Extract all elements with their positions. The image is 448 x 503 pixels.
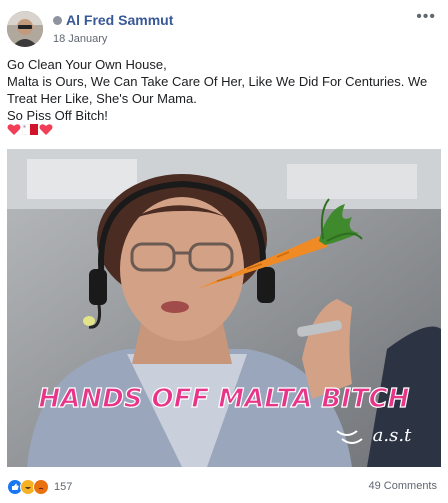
image-watermark: a.s.t <box>373 425 412 446</box>
post-image[interactable]: HANDS OFF MALTA BITCH a.s.t <box>7 149 441 467</box>
facebook-post: Al Fred Sammut 18 January ••• Go Clean Y… <box>0 0 448 503</box>
author-name[interactable]: Al Fred Sammut <box>66 12 173 28</box>
author-row: Al Fred Sammut <box>53 12 173 28</box>
post-text-line: Go Clean Your Own House, <box>7 57 167 72</box>
angry-reaction-icon <box>33 479 49 495</box>
reactions-summary[interactable]: 157 <box>7 479 72 495</box>
more-options-icon[interactable]: ••• <box>416 8 436 26</box>
comments-count[interactable]: 49 Comments <box>369 480 437 492</box>
online-status-icon <box>53 15 62 25</box>
post-text-line: Treat Her Like, She's Our Mama. <box>7 91 197 106</box>
post-text: Go Clean Your Own House, Malta is Ours, … <box>7 56 437 124</box>
post-text-line: So Piss Off Bitch! <box>7 108 108 123</box>
malta-flag-icon <box>22 124 38 135</box>
emoji-line <box>7 123 53 136</box>
post-date[interactable]: 18 January <box>53 33 107 45</box>
image-caption: HANDS OFF MALTA BITCH <box>39 384 410 414</box>
heart-icon <box>7 124 21 135</box>
author-avatar[interactable] <box>7 11 43 47</box>
post-text-line: Malta is Ours, We Can Take Care Of Her, … <box>7 74 428 89</box>
heart-icon <box>39 124 53 135</box>
reaction-count[interactable]: 157 <box>54 481 72 493</box>
